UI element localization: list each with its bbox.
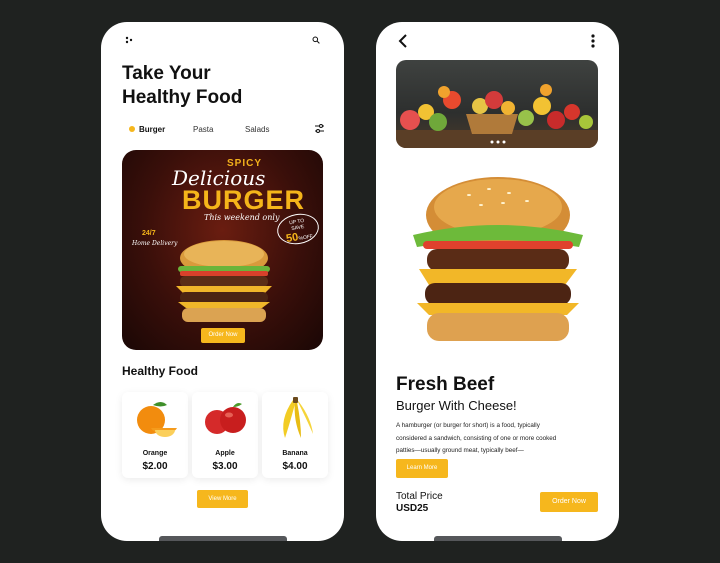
badge-off: %OFF [298, 233, 314, 242]
promo-hours: 24/7 [142, 230, 156, 237]
fruit-basket-image [396, 84, 598, 148]
healthy-food-heading: Healthy Food [122, 364, 199, 378]
view-more-button[interactable]: View More [197, 490, 248, 508]
product-name: Fresh Beef [396, 374, 495, 395]
promo-burger-text: BURGER [182, 185, 306, 215]
active-dot-icon [129, 126, 135, 132]
title-line-1: Take Your [122, 63, 211, 84]
tab-salads[interactable]: Salads [245, 125, 269, 134]
page-title: Take Your Healthy Food [122, 62, 322, 110]
discount-badge: UP TO SAVE 50%OFF [274, 210, 322, 248]
food-price: $2.00 [142, 461, 168, 472]
food-card-apple[interactable]: Apple $3.00 [192, 392, 258, 478]
back-arrow-icon[interactable] [398, 34, 408, 48]
total-price-value: USD25 [396, 503, 429, 514]
total-price-label: Total Price [396, 491, 443, 502]
promo-delivery: Home Delivery [132, 240, 178, 247]
food-name: Apple [215, 450, 235, 457]
banana-icon [283, 397, 313, 438]
food-name: Orange [142, 450, 168, 457]
more-vertical-icon[interactable] [591, 34, 595, 48]
apple-icon [205, 403, 246, 434]
burger-hero-image [413, 177, 583, 341]
food-card-banana[interactable]: Banana $4.00 [262, 392, 328, 478]
food-list: Orange $2.00 Apple $3.00 Banana $4.00 [122, 392, 344, 478]
title-line-2: Healthy Food [122, 87, 243, 108]
food-name: Banana [282, 450, 308, 457]
top-bar [125, 36, 320, 48]
orange-icon [137, 402, 177, 437]
detail-screen: Fresh Beef Burger With Cheese! A hamburg… [376, 22, 619, 541]
home-indicator [434, 536, 562, 541]
fruit-banner-image[interactable] [396, 60, 598, 148]
promo-order-now-button[interactable]: Order Now [201, 328, 245, 343]
promo-weekend: This weekend only [204, 213, 280, 222]
food-price: $3.00 [212, 461, 238, 472]
promo-banner[interactable]: SPICY Delicious BURGER This weekend only… [122, 150, 323, 350]
food-card-orange[interactable]: Orange $2.00 [122, 392, 188, 478]
learn-more-button[interactable]: Learn More [396, 459, 448, 478]
carousel-dots[interactable] [490, 140, 506, 144]
burger-image [176, 240, 272, 322]
tab-burger[interactable]: Burger [139, 125, 165, 134]
product-subtitle: Burger With Cheese! [396, 398, 517, 413]
badge-value: 50 [285, 231, 300, 246]
search-icon[interactable] [312, 36, 320, 44]
order-now-button[interactable]: Order Now [540, 492, 598, 512]
menu-icon[interactable] [125, 36, 133, 44]
food-price: $4.00 [282, 461, 308, 472]
product-description: A hamburger (or burger for short) is a f… [396, 422, 557, 454]
filter-icon[interactable] [314, 123, 325, 134]
home-indicator [159, 536, 287, 541]
category-tabs: Burger Pasta Salads [129, 123, 324, 137]
home-screen: Take Your Healthy Food Burger Pasta Sala… [101, 22, 344, 541]
tab-pasta[interactable]: Pasta [193, 125, 213, 134]
